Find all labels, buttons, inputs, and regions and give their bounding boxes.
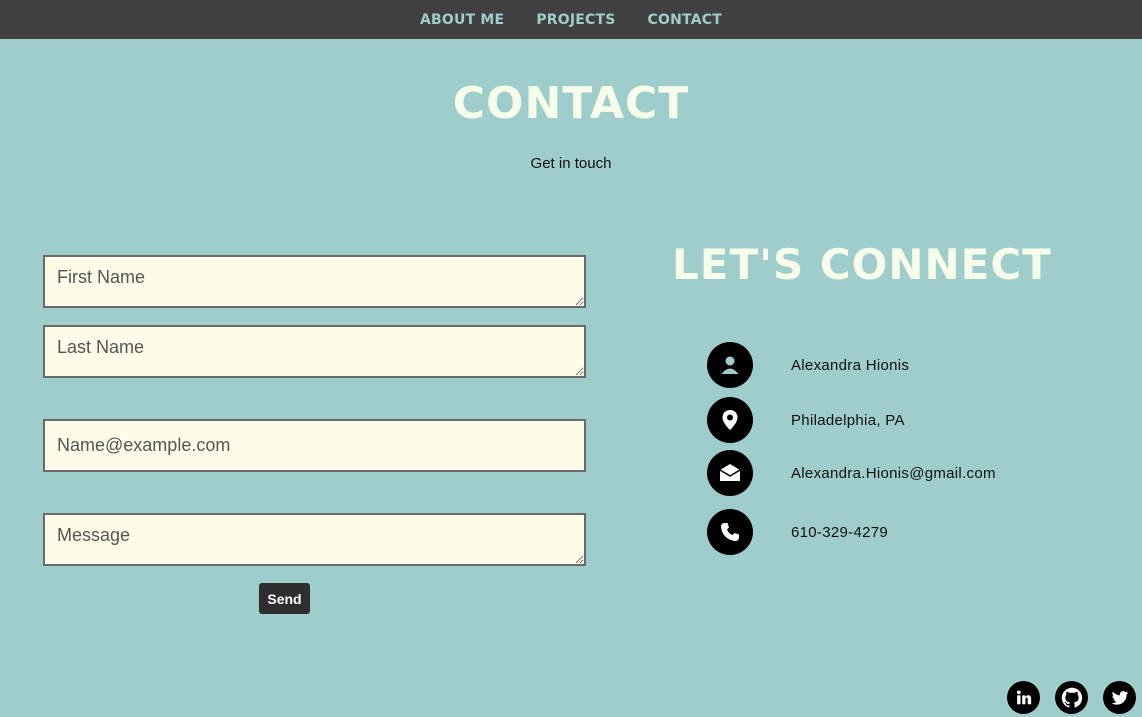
nav-about-me[interactable]: ABOUT ME — [420, 12, 504, 28]
contact-name-row: Alexandra Hionis — [707, 342, 909, 388]
twitter-icon[interactable] — [1103, 681, 1136, 714]
linkedin-icon[interactable] — [1007, 681, 1040, 714]
contact-phone-row: 610-329-4279 — [707, 509, 888, 555]
contact-location-row: Philadelphia, PA — [707, 397, 905, 443]
envelope-icon — [707, 450, 753, 496]
last-name-field[interactable] — [43, 325, 586, 378]
connect-title: LET'S CONNECT — [672, 240, 1052, 289]
nav-projects[interactable]: PROJECTS — [536, 12, 615, 28]
contact-email-text: Alexandra.Hionis@gmail.com — [791, 464, 996, 482]
contact-name-text: Alexandra Hionis — [791, 356, 910, 374]
contact-email-row: Alexandra.Hionis@gmail.com — [707, 450, 996, 496]
email-field[interactable] — [43, 419, 586, 472]
send-button[interactable]: Send — [259, 583, 310, 614]
contact-location-text: Philadelphia, PA — [791, 411, 905, 429]
top-nav: ABOUT ME PROJECTS CONTACT — [0, 0, 1142, 39]
contact-phone-text: 610-329-4279 — [791, 523, 889, 541]
first-name-field[interactable] — [43, 255, 586, 308]
location-pin-icon — [707, 397, 753, 443]
person-icon — [707, 342, 753, 388]
nav-contact[interactable]: CONTACT — [648, 12, 722, 28]
phone-icon — [707, 509, 753, 555]
page-title: CONTACT — [452, 78, 690, 129]
message-field[interactable] — [43, 513, 586, 566]
github-icon[interactable] — [1055, 681, 1088, 714]
page-subtitle: Get in touch — [530, 155, 612, 172]
